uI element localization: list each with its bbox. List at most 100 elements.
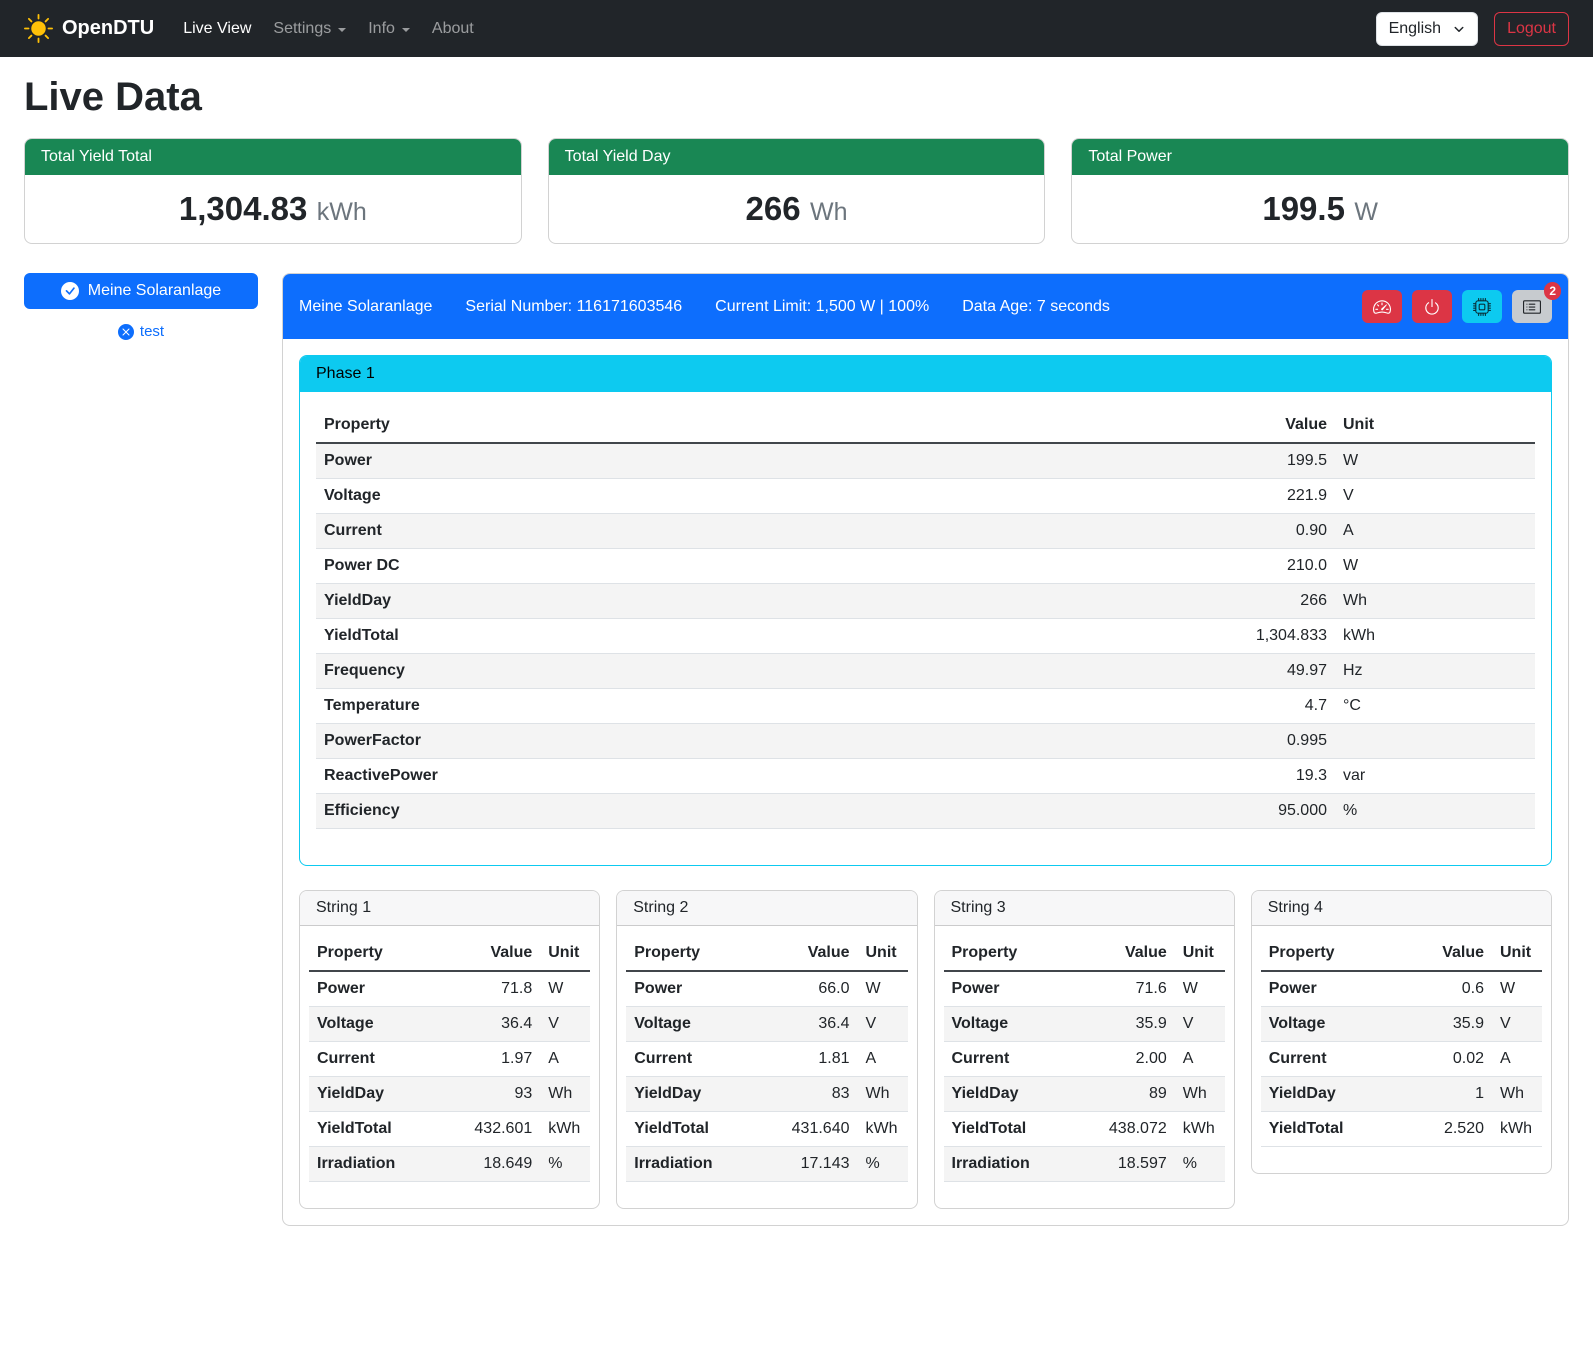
property-cell: Voltage [309,1007,439,1042]
table-header-row: Property Value Unit [1261,936,1542,971]
property-cell: Frequency [316,654,926,689]
value-cell: 66.0 [756,971,858,1007]
power-button[interactable] [1412,290,1452,323]
inverter-panel-body: Phase 1 Property Value Unit [283,339,1568,1225]
inverter-button-selected[interactable]: Meine Solaranlage [24,273,258,309]
value-cell: 266 [926,584,1335,619]
value-cell: 93 [439,1077,541,1112]
table-header-row: Property Value Unit [944,936,1225,971]
nav-item-settings[interactable]: Settings [262,12,357,46]
property-cell: Current [1261,1042,1402,1077]
table-row: Irradiation 18.649 % [309,1147,590,1182]
nav-item-live-view[interactable]: Live View [172,12,262,46]
summary-unit: kWh [317,198,367,226]
nav-item-about[interactable]: About [421,12,485,46]
column-header-unit: Unit [1335,408,1535,443]
property-cell: Power DC [316,549,926,584]
property-cell: Current [309,1042,439,1077]
value-cell: 0.6 [1402,971,1492,1007]
summary-value: 199.5 [1262,190,1345,227]
phase-title: Phase 1 [300,356,1551,392]
property-cell: Voltage [626,1007,756,1042]
property-cell: Current [626,1042,756,1077]
brand[interactable]: OpenDTU [24,14,154,43]
limit-settings-button[interactable] [1362,290,1402,323]
column-header-property: Property [1261,936,1402,971]
value-cell: 0.90 [926,514,1335,549]
table-header-row: Property Value Unit [309,936,590,971]
unit-cell: kWh [1175,1112,1225,1147]
table-row: Power DC 210.0 W [316,549,1535,584]
main-nav: Live View Settings Info About [172,12,485,46]
table-row: YieldTotal 431.640 kWh [626,1112,907,1147]
event-log-button[interactable]: 2 [1512,290,1552,323]
table-row: Efficiency 95.000 % [316,794,1535,829]
summary-unit: W [1354,198,1378,226]
property-cell: Efficiency [316,794,926,829]
property-cell: Irradiation [626,1147,756,1182]
column-header-property: Property [309,936,439,971]
value-cell: 18.597 [1073,1147,1175,1182]
property-cell: YieldDay [944,1077,1074,1112]
property-cell: Voltage [944,1007,1074,1042]
value-cell: 89 [1073,1077,1175,1112]
gauge-icon [1373,298,1391,316]
table-row: YieldTotal 438.072 kWh [944,1112,1225,1147]
table-row: Voltage 35.9 V [944,1007,1225,1042]
unit-cell: W [1492,971,1542,1007]
property-cell: YieldTotal [944,1112,1074,1147]
device-info-button[interactable] [1462,290,1502,323]
value-cell: 36.4 [439,1007,541,1042]
column-header-unit: Unit [1492,936,1542,971]
table-row: Power 0.6 W [1261,971,1542,1007]
nav-item-info[interactable]: Info [357,12,421,46]
unit-cell: kWh [540,1112,590,1147]
column-header-unit: Unit [858,936,908,971]
property-cell: ReactivePower [316,759,926,794]
unit-cell: V [858,1007,908,1042]
property-cell: Power [944,971,1074,1007]
table-row: YieldDay 266 Wh [316,584,1535,619]
unit-cell: V [1175,1007,1225,1042]
summary-card-title: Total Power [1072,139,1568,175]
nav-item-label: Live View [183,20,251,38]
table-row: Voltage 221.9 V [316,479,1535,514]
chevron-down-icon [402,28,410,32]
value-cell: 17.143 [756,1147,858,1182]
inverter-button-test[interactable]: test [24,323,258,340]
property-cell: YieldTotal [309,1112,439,1147]
property-cell: Irradiation [309,1147,439,1182]
property-cell: YieldDay [1261,1077,1402,1112]
value-cell: 438.072 [1073,1112,1175,1147]
unit-cell: W [858,971,908,1007]
value-cell: 210.0 [926,549,1335,584]
column-header-unit: Unit [1175,936,1225,971]
cpu-icon [1473,298,1491,316]
table-row: Voltage 35.9 V [1261,1007,1542,1042]
unit-cell: W [540,971,590,1007]
table-row: Irradiation 18.597 % [944,1147,1225,1182]
language-select[interactable]: English [1376,12,1478,46]
logout-button[interactable]: Logout [1494,12,1569,46]
sun-icon [24,14,53,43]
nav-item-label: About [432,20,474,38]
value-cell: 71.6 [1073,971,1175,1007]
unit-cell: kWh [1492,1112,1542,1147]
summary-card: Total Yield Day 266 Wh [548,138,1046,244]
unit-cell: °C [1335,689,1535,724]
power-icon [1423,298,1441,316]
table-row: Current 0.02 A [1261,1042,1542,1077]
value-cell: 431.640 [756,1112,858,1147]
phase-table: Property Value Unit Power 199.5 [316,408,1535,829]
string-table: Property Value Unit Power 0.6 [1261,936,1542,1147]
summary-cards: Total Yield Total 1,304.83 kWh Total Yie… [24,138,1569,244]
inverter-actions: 2 [1362,290,1552,323]
page-content: Live Data Total Yield Total 1,304.83 kWh… [0,57,1593,1250]
string-table: Property Value Unit Power 71.8 [309,936,590,1182]
column-header-property: Property [316,408,926,443]
table-row: Voltage 36.4 V [309,1007,590,1042]
summary-card-body: 199.5 W [1072,175,1568,243]
current-limit: Current Limit: 1,500 W | 100% [715,298,929,316]
column-header-value: Value [926,408,1335,443]
unit-cell: kWh [858,1112,908,1147]
